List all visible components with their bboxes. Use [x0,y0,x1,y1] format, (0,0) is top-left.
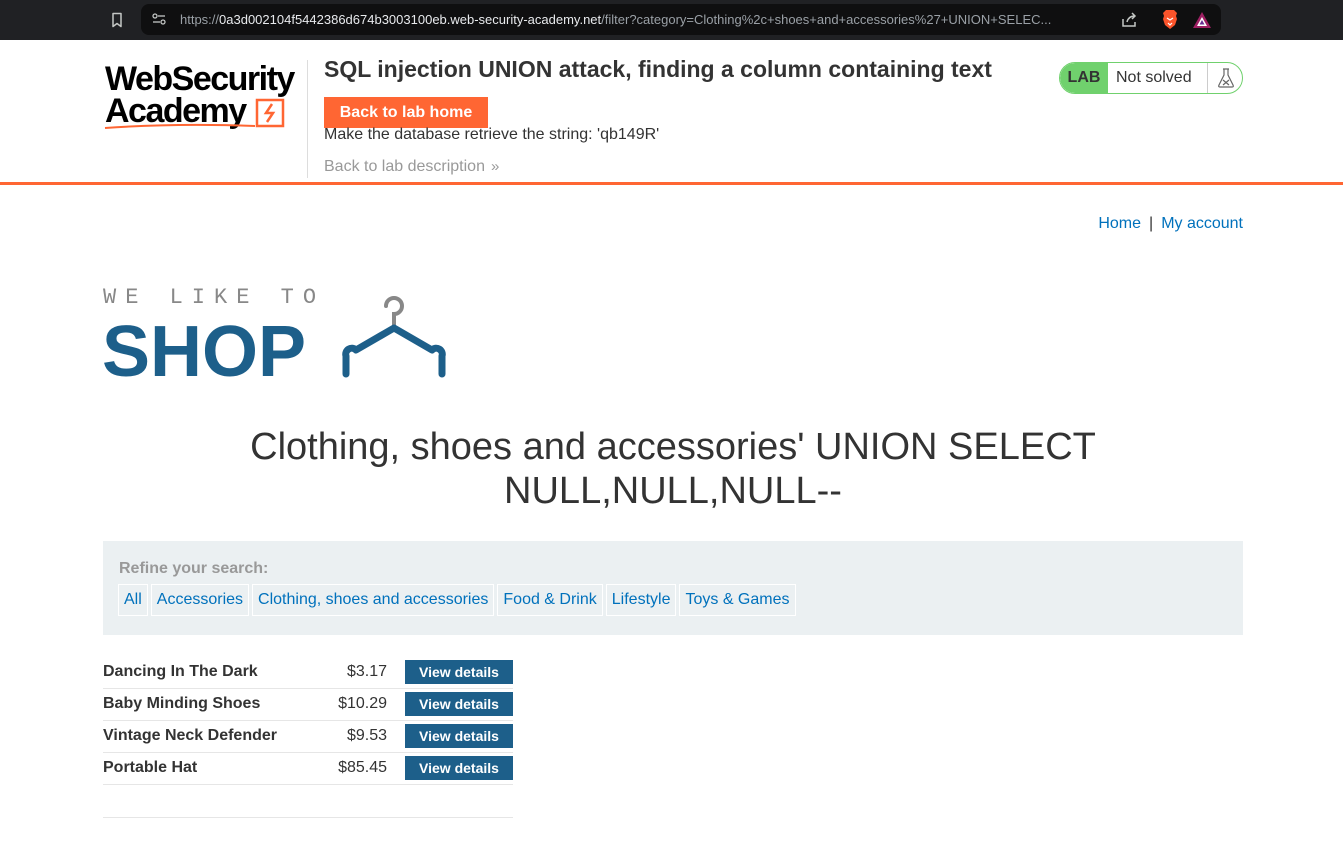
table-row: Vintage Neck Defender $9.53 View details [103,720,513,753]
brave-lion-icon[interactable] [1160,9,1180,30]
url-text[interactable]: https://0a3d002104f5442386d674b3003100eb… [180,11,1070,28]
account-nav: Home | My account [1098,215,1243,233]
url-scheme: https:// [180,12,220,27]
product-name: Portable Hat [103,752,328,785]
back-to-lab-home-button[interactable]: Back to lab home [324,97,488,128]
header-divider [307,60,308,178]
web-security-academy-logo[interactable]: WebSecurity Academy [103,58,308,133]
shop-logo-tagline: WE LIKE TO [103,285,325,310]
filter-clothing[interactable]: Clothing, shoes and accessories [252,584,495,616]
academy-lab-header: WebSecurity Academy SQL injection UNION … [0,40,1343,185]
refine-search-panel: Refine your search: All Accessories Clot… [103,541,1243,635]
flask-icon [1218,68,1234,88]
product-name: Vintage Neck Defender [103,720,328,753]
back-desc-label: Back to lab description [324,158,485,175]
product-price: $10.29 [328,688,405,721]
product-price: $85.45 [328,752,405,785]
view-details-button[interactable]: View details [405,756,513,780]
filter-lifestyle[interactable]: Lifestyle [605,584,677,616]
brave-rewards-icon[interactable] [1192,10,1212,30]
lab-status-widget: LAB Not solved [1059,62,1243,94]
lab-status-icon-box [1207,63,1242,93]
site-info-icon[interactable] [151,11,167,27]
my-account-link[interactable]: My account [1161,215,1243,232]
lab-instruction: Make the database retrieve the string: '… [324,126,660,143]
category-filters: All Accessories Clothing, shoes and acce… [118,584,796,616]
browser-toolbar: https://0a3d002104f5442386d674b3003100eb… [0,0,1343,40]
chevron-right-icon: » [490,158,500,175]
home-link[interactable]: Home [1098,215,1141,232]
url-host: 0a3d002104f5442386d674b3003100eb.web-sec… [219,12,602,27]
product-price: $3.17 [328,656,405,689]
table-row: Portable Hat $85.45 View details [103,752,513,785]
category-heading: Clothing, shoes and accessories' UNION S… [250,426,1096,512]
table-row: Baby Minding Shoes $10.29 View details [103,688,513,721]
product-price: $9.53 [328,720,405,753]
view-details-button[interactable]: View details [405,724,513,748]
lab-title: SQL injection UNION attack, finding a co… [324,56,992,82]
table-divider [103,817,513,818]
bookmark-icon[interactable] [108,11,126,29]
url-path: /filter?category=Clothing%2c+shoes+and+a… [601,12,1052,27]
lab-status-text: Not solved [1116,69,1192,86]
hanger-icon [342,296,446,378]
view-details-button[interactable]: View details [405,659,513,684]
product-name: Baby Minding Shoes [103,688,328,721]
filter-accessories[interactable]: Accessories [150,584,250,616]
nav-separator: | [1149,215,1154,232]
shop-logo-word: SHOP [102,312,306,380]
product-table: Dancing In The Dark $3.17 View details B… [103,656,513,785]
table-row: Dancing In The Dark $3.17 View details [103,656,513,689]
we-like-to-shop-logo[interactable]: WE LIKE TO SHOP [102,284,457,380]
filter-food-drink[interactable]: Food & Drink [497,584,603,616]
address-bar[interactable]: https://0a3d002104f5442386d674b3003100eb… [141,4,1221,35]
product-name: Dancing In The Dark [103,656,328,689]
lab-badge: LAB [1060,63,1108,93]
view-details-button[interactable]: View details [405,692,513,716]
filter-all[interactable]: All [118,584,148,616]
refine-label: Refine your search: [119,560,269,577]
share-icon[interactable] [1119,10,1139,30]
filter-toys-games[interactable]: Toys & Games [679,584,796,616]
back-to-lab-description-link[interactable]: Back to lab description » [324,158,499,176]
